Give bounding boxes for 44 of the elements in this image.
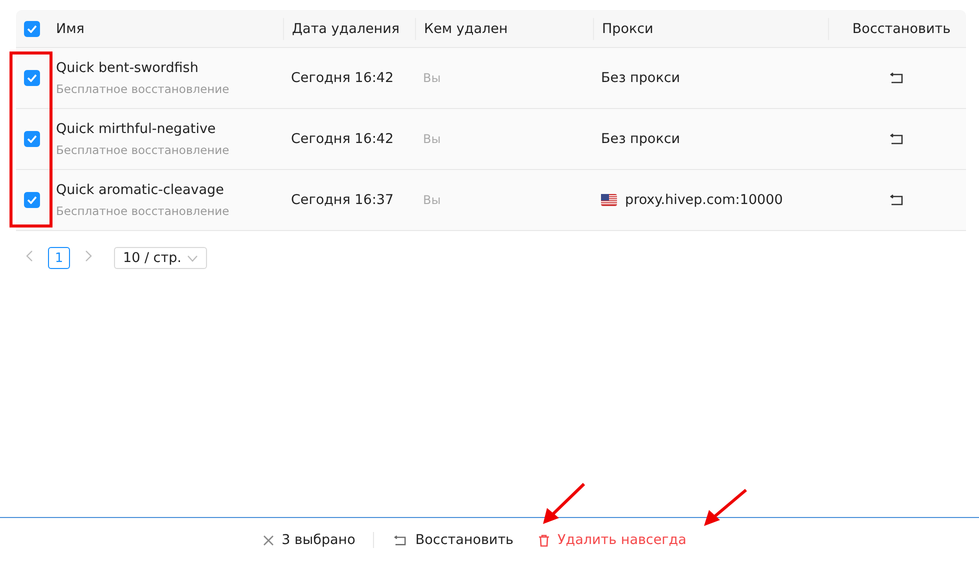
checkbox[interactable] (24, 20, 40, 36)
restore-note: Бесплатное восстановление (56, 204, 230, 218)
restore-icon (394, 534, 408, 546)
delete-forever-button[interactable]: Удалить навсегда (514, 532, 686, 548)
check-icon (27, 135, 37, 143)
checkbox[interactable] (24, 131, 40, 147)
next-page-icon[interactable] (84, 250, 92, 262)
proxy-value: proxy.hivep.com:10000 (625, 192, 783, 208)
trash-icon (538, 534, 550, 546)
check-icon (27, 74, 37, 82)
checkbox[interactable] (24, 192, 40, 208)
restore-icon[interactable] (890, 194, 904, 206)
annotation-arrow (543, 482, 586, 524)
previous-page-icon[interactable] (26, 250, 34, 262)
check-icon (27, 196, 37, 204)
restore-note: Бесплатное восстановление (56, 82, 230, 96)
deleted-by: Вы (422, 132, 442, 146)
deleted-by: Вы (422, 193, 442, 207)
column-header: Дата удаления (283, 18, 415, 40)
checkbox[interactable] (24, 70, 40, 86)
column-header: Кем удален (415, 18, 593, 40)
profile-name: Quick mirthful-negative (56, 121, 217, 137)
annotation-arrow (704, 488, 747, 526)
restore-icon[interactable] (890, 133, 904, 145)
page-size-select[interactable]: 10 / стр. (114, 247, 208, 269)
restore-button[interactable]: Восстановить (374, 532, 514, 548)
check-icon (27, 24, 37, 32)
column-header: Имя (55, 20, 86, 38)
column-header: Прокси (593, 18, 828, 40)
deletion-date: Сегодня 16:37 (290, 192, 395, 208)
proxy-value: Без прокси (601, 131, 680, 147)
selection-count: 3 выбрано (282, 532, 356, 548)
deletion-date: Сегодня 16:42 (290, 131, 395, 147)
deletion-date: Сегодня 16:42 (290, 70, 395, 86)
flag-icon (601, 194, 617, 206)
proxy-value: Без прокси (601, 70, 680, 86)
deleted-by: Вы (422, 71, 442, 85)
chevron-down-icon (187, 254, 198, 262)
close-icon[interactable] (262, 534, 274, 546)
profile-name: Quick bent-swordfish (56, 60, 200, 76)
profile-name: Quick aromatic-cleavage (56, 182, 225, 198)
restore-icon[interactable] (890, 72, 904, 84)
restore-note: Бесплатное восстановление (56, 143, 230, 157)
column-header: Восстановить (828, 18, 966, 40)
